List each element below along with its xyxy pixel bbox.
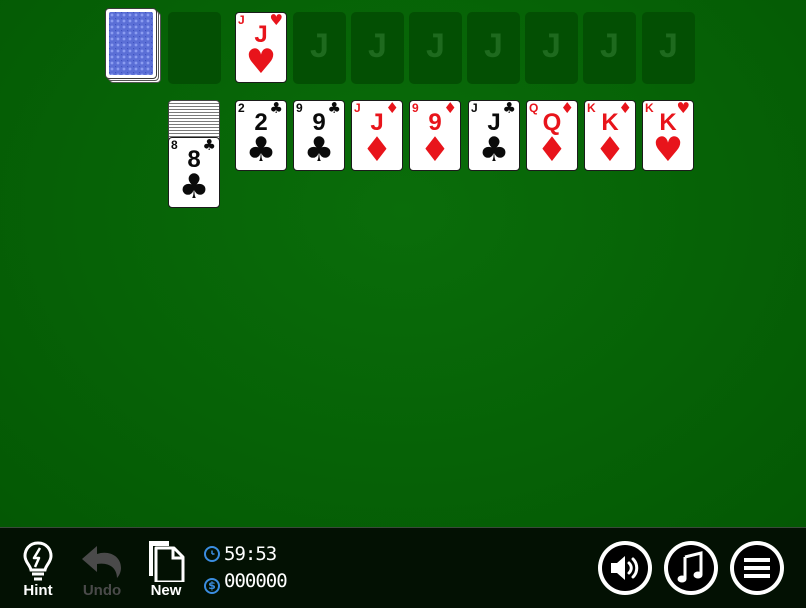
score-value: 000000 [224, 570, 288, 592]
foundation-slot[interactable]: J [351, 12, 404, 84]
undo-arrow-icon [82, 546, 121, 578]
suit-club-icon: ♣ [178, 167, 210, 207]
menu-button[interactable] [730, 541, 784, 595]
music-note-icon [677, 551, 703, 583]
foundation-slot[interactable]: J [525, 12, 578, 84]
foundation-slot[interactable]: J [583, 12, 636, 84]
foundation-slot[interactable]: J [642, 12, 695, 84]
foundation-slot[interactable]: J [467, 12, 520, 84]
hint-button[interactable]: Hint [13, 540, 63, 602]
game-board: J ♥ J ♥ J J J J J J J 8 ♣ 8 ♣ 2 ♣ 2 ♣ 9 … [0, 0, 806, 527]
tableau-card[interactable]: J ♣ J ♣ [468, 100, 520, 171]
suit-club-icon: ♣ [478, 130, 510, 170]
suit-diamond-icon: ♦ [594, 130, 626, 170]
hint-label: Hint [23, 582, 53, 599]
clock-icon [204, 546, 220, 562]
tableau-card[interactable]: 9 ♦ 9 ♦ [409, 100, 461, 171]
undo-button[interactable]: Undo [77, 540, 127, 602]
sound-button[interactable] [598, 541, 652, 595]
foundation-placeholder: J [310, 27, 329, 65]
foundation-placeholder: J [542, 27, 561, 65]
tableau-card[interactable]: 2 ♣ 2 ♣ [235, 100, 287, 171]
foundation-card[interactable]: J ♥ J ♥ [235, 12, 287, 83]
new-game-button[interactable]: New [141, 540, 191, 602]
bottom-toolbar: Hint Undo New 59:53 $000000 [0, 527, 806, 608]
suit-club-icon: ♣ [303, 130, 335, 170]
card-back[interactable] [105, 8, 157, 79]
suit-diamond-icon: ♦ [536, 130, 568, 170]
score-display: $000000 [204, 570, 288, 594]
foundation-slot[interactable]: J [293, 12, 346, 84]
dollar-icon: $ [204, 578, 220, 594]
reserve-stack-edges [168, 100, 220, 140]
speaker-icon [611, 556, 639, 580]
new-document-icon [149, 541, 185, 582]
foundation-slot[interactable]: J [409, 12, 462, 84]
stock-pile[interactable] [105, 8, 163, 86]
lightbulb-icon [23, 541, 53, 581]
timer-display: 59:53 [204, 543, 277, 565]
tableau-card[interactable]: Q ♦ Q ♦ [526, 100, 578, 171]
suit-diamond-icon: ♦ [419, 130, 451, 170]
reserve-pile[interactable]: 8 ♣ 8 ♣ [168, 100, 221, 210]
undo-label: Undo [82, 582, 122, 599]
suit-club-icon: ♣ [245, 130, 277, 170]
waste-slot[interactable] [168, 12, 221, 84]
tableau-card[interactable]: 9 ♣ 9 ♣ [293, 100, 345, 171]
music-button[interactable] [664, 541, 718, 595]
foundation-placeholder: J [368, 27, 387, 65]
foundation-placeholder: J [484, 27, 503, 65]
foundation-placeholder: J [659, 27, 678, 65]
tableau-card[interactable]: K ♦ K ♦ [584, 100, 636, 171]
new-label: New [150, 582, 182, 599]
tableau-card[interactable]: K ♥ K ♥ [642, 100, 694, 171]
suit-heart-icon: ♥ [245, 42, 277, 82]
foundation-placeholder: J [426, 27, 445, 65]
suit-diamond-icon: ♦ [361, 130, 393, 170]
reserve-top-card[interactable]: 8 ♣ 8 ♣ [168, 137, 220, 208]
suit-heart-icon: ♥ [652, 130, 684, 170]
tableau-card[interactable]: J ♦ J ♦ [351, 100, 403, 171]
hamburger-menu-icon [744, 558, 770, 578]
timer-value: 59:53 [224, 543, 277, 565]
foundation-placeholder: J [600, 27, 619, 65]
